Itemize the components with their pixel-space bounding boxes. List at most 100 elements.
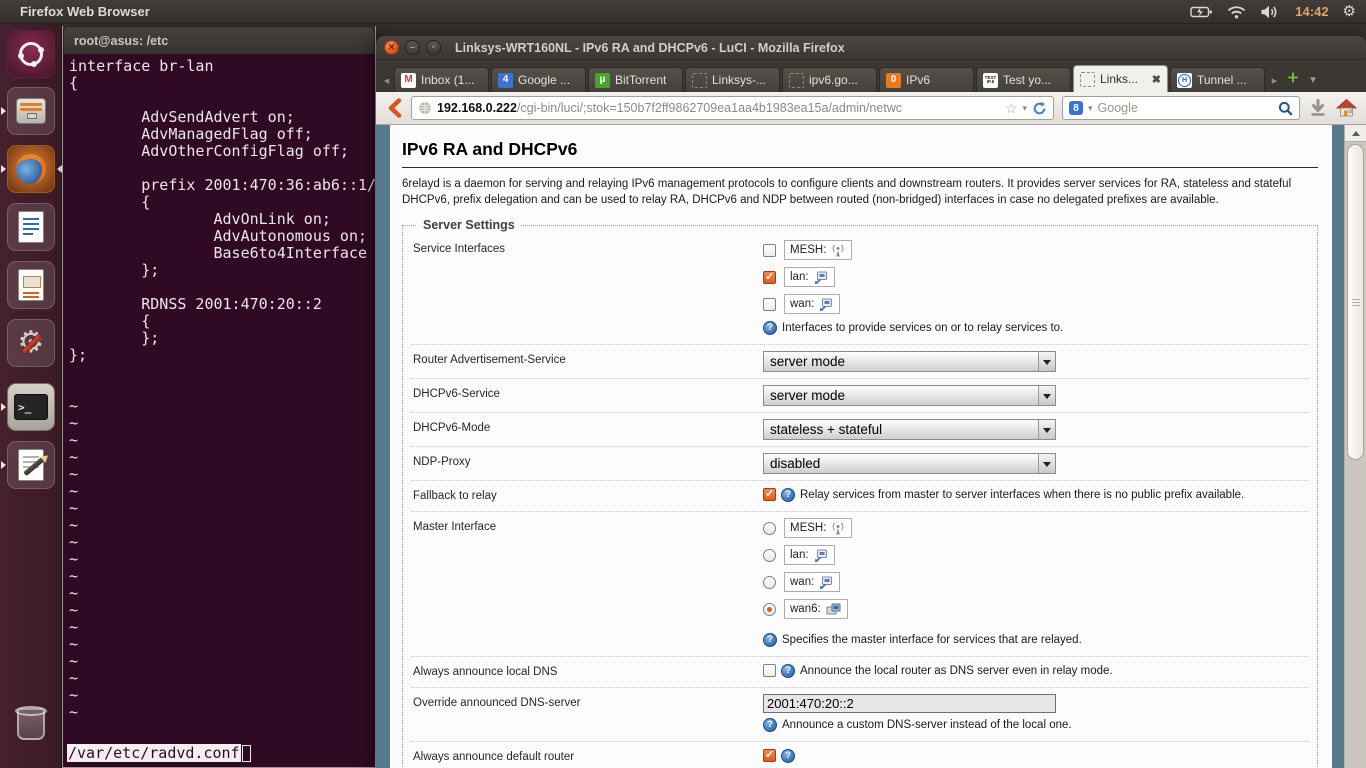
url-dropdown-icon[interactable]: ▾ (1022, 103, 1027, 114)
tab-luci-active[interactable]: Links... ✖ (1073, 65, 1168, 92)
ubuntu-dash-button[interactable] (7, 30, 55, 78)
dns-server-input[interactable] (763, 694, 1056, 713)
google-calendar-favicon (498, 72, 513, 88)
launcher-item-files[interactable] (1, 87, 55, 135)
option-wan6: wan6: (763, 599, 1307, 619)
firefox-titlebar[interactable]: Linksys-WRT160NL - IPv6 RA and DHCPv6 - … (376, 36, 1366, 60)
window-minimize-button[interactable] (405, 40, 420, 55)
checkbox-mesh[interactable] (763, 243, 776, 257)
vertical-scrollbar[interactable] (1344, 125, 1366, 768)
option-mesh: MESH: (763, 518, 1307, 538)
running-indicator (1, 461, 6, 469)
radio-lan[interactable] (763, 548, 776, 562)
window-close-button[interactable] (384, 40, 399, 55)
menubar-clock[interactable]: 14:42 (1295, 4, 1328, 19)
download-icon[interactable] (1308, 98, 1328, 118)
search-magnifier-icon[interactable] (1278, 101, 1293, 116)
ethernet-icon (820, 298, 833, 311)
new-tab-button[interactable] (1282, 66, 1304, 92)
radio-mesh[interactable] (763, 521, 776, 535)
launcher-item-system-settings[interactable]: ⚙ (7, 319, 55, 367)
window-maximize-button[interactable] (426, 40, 441, 55)
ubuntu-logo-icon (18, 42, 44, 67)
tab-ipv6-google[interactable]: ipv6.go... (782, 67, 877, 92)
ipv6-favicon (886, 72, 901, 88)
battery-icon[interactable] (1190, 6, 1213, 18)
tab-scroll-left-icon[interactable]: ◂ (379, 68, 394, 92)
row-announce-default-router: Always announce default router (411, 742, 1309, 768)
radio-wan[interactable] (763, 575, 776, 589)
help-icon (781, 488, 795, 502)
signal-icon (833, 244, 844, 256)
launcher-item-text-editor[interactable] (1, 441, 55, 489)
default-favicon (1080, 71, 1095, 87)
wifi-icon[interactable] (1227, 5, 1246, 19)
help-icon (781, 664, 795, 678)
tab-linksys[interactable]: Linksys-... (685, 67, 780, 92)
list-all-tabs-icon[interactable] (1304, 66, 1322, 92)
launcher-item-libreoffice-impress[interactable] (7, 261, 55, 309)
terminal-status-bar: /var/etc/radvd.conf (67, 744, 251, 762)
tab-test-ipv6[interactable]: Test yo... (976, 67, 1071, 92)
url-bar[interactable]: 192.168.0.222/cgi-bin/luci/;stok=150b7f2… (411, 96, 1054, 120)
tab-tunnelbroker[interactable]: Tunnel ... (1170, 67, 1265, 92)
search-engine-dropdown-icon[interactable]: ▾ (1088, 103, 1093, 114)
session-menu-icon[interactable]: ⚙ (1343, 4, 1356, 19)
launcher-item-libreoffice-writer[interactable] (7, 203, 55, 251)
announce-default-router-checkbox[interactable] (763, 748, 776, 762)
radio-wan6[interactable] (763, 602, 776, 616)
section-legend: Server Settings (423, 218, 515, 232)
launcher-item-firefox[interactable] (1, 145, 62, 193)
tab-inbox[interactable]: Inbox (1... (394, 67, 489, 92)
row-dhcpv6-service: DHCPv6-Service server mode (411, 379, 1309, 413)
terminal-content[interactable]: interface br-lan { AdvSendAdvert on; Adv… (63, 54, 375, 721)
launcher-item-terminal[interactable]: >_ (1, 383, 55, 431)
dhcpv6-service-select[interactable]: server mode (763, 385, 1056, 406)
home-icon[interactable] (1336, 99, 1357, 117)
page-description: 6relayd is a daemon for serving and rela… (402, 178, 1292, 206)
dhcpv6-mode-select[interactable]: stateless + stateful (763, 419, 1056, 440)
server-settings-section: Server Settings Service Interfaces MESH: (402, 218, 1318, 768)
test-ipv6-favicon (983, 72, 998, 88)
site-identity-globe-icon[interactable] (418, 101, 432, 115)
search-input[interactable] (1097, 101, 1273, 115)
tab-google-calendar[interactable]: Google ... (491, 67, 586, 92)
bookmark-star-icon[interactable]: ☆ (1005, 100, 1018, 117)
terminal-body[interactable]: interface br-lan { AdvSendAdvert on; Adv… (63, 54, 375, 767)
reload-icon[interactable] (1032, 101, 1047, 116)
search-bar[interactable]: ▾ (1062, 96, 1300, 120)
url-text[interactable]: 192.168.0.222/cgi-bin/luci/;stok=150b7f2… (437, 101, 1000, 115)
tab-scroll-right-icon[interactable]: ▸ (1267, 68, 1282, 92)
luci-page: IPv6 RA and DHCPv6 6relayd is a daemon f… (390, 125, 1332, 768)
tab-close-icon[interactable]: ✖ (1152, 73, 1161, 86)
scrollbar-thumb[interactable] (1347, 144, 1364, 460)
field-label: Service Interfaces (413, 243, 506, 255)
google-search-favicon[interactable] (1069, 101, 1083, 115)
checkbox-wan[interactable] (763, 297, 776, 311)
ra-service-select[interactable]: server mode (763, 351, 1056, 372)
launcher-item-trash[interactable] (7, 700, 55, 748)
scrollbar-up-arrow[interactable] (1345, 125, 1366, 142)
field-label: Fallback to relay (413, 490, 497, 502)
tab-strip: ◂ Inbox (1... Google ... BitTorrent Link… (376, 60, 1366, 92)
browser-viewport: IPv6 RA and DHCPv6 6relayd is a daemon f… (376, 125, 1366, 768)
menubar-app-title: Firefox Web Browser (20, 4, 150, 19)
unity-launcher: ⚙ >_ (0, 24, 62, 768)
libreoffice-impress-icon (18, 269, 44, 301)
tab-ipv6[interactable]: IPv6 (879, 67, 974, 92)
fallback-relay-checkbox[interactable] (763, 487, 776, 501)
ndp-proxy-select[interactable]: disabled (763, 453, 1056, 474)
checkbox-lan[interactable] (763, 270, 776, 284)
option-mesh: MESH: (763, 240, 1307, 260)
terminal-titlebar[interactable]: root@asus: /etc (63, 26, 375, 54)
back-button[interactable] (385, 97, 403, 119)
row-service-interfaces: Service Interfaces MESH: ✓ lan: wan: ? I… (411, 234, 1309, 345)
help-icon (763, 718, 777, 732)
field-label: DHCPv6-Service (413, 388, 500, 400)
tab-bittorrent[interactable]: BitTorrent (588, 67, 683, 92)
row-override-dns-server: Override announced DNS-server Announce a… (411, 688, 1309, 742)
field-label: Always announce default router (413, 751, 575, 763)
volume-icon[interactable] (1260, 5, 1281, 19)
announce-local-dns-checkbox[interactable] (763, 664, 776, 677)
terminal-title: root@asus: /etc (74, 33, 169, 48)
